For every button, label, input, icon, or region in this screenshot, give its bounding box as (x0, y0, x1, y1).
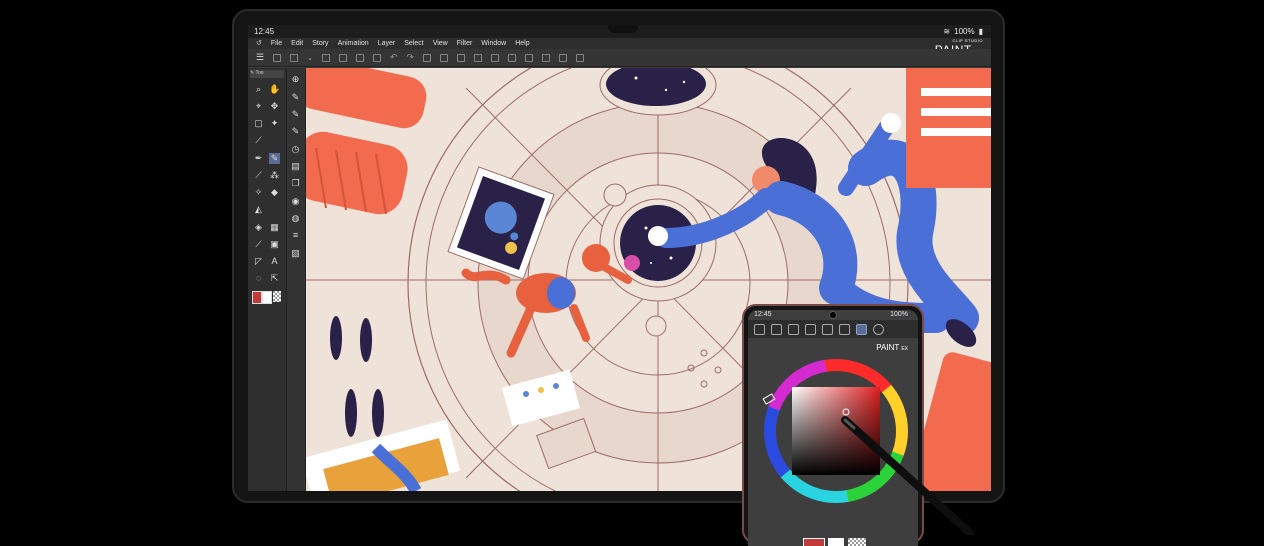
battery-icon: ▮ (978, 27, 983, 36)
sub-pencil-3-icon[interactable]: ✎ (290, 126, 301, 137)
transparent-color-swatch[interactable] (273, 291, 281, 302)
correct-line-icon[interactable]: ⇱ (269, 273, 280, 284)
airbrush-icon[interactable]: ⁂ (269, 170, 280, 181)
phone-main-color[interactable] (803, 538, 825, 546)
sub-clock-icon[interactable]: ◷ (290, 144, 301, 155)
pen-icon[interactable]: ✒ (253, 153, 264, 164)
companion-tools-icon[interactable] (771, 323, 782, 335)
sub-zoom-icon[interactable]: ⊕ (290, 74, 301, 85)
phone-battery-text: 100% (890, 311, 908, 318)
menu-window[interactable]: Window (481, 38, 506, 49)
phone-logo-suffix: EX (901, 346, 908, 352)
bucket-icon[interactable]: ◈ (253, 222, 264, 233)
crop-icon[interactable] (491, 53, 500, 62)
save-icon[interactable] (355, 53, 364, 62)
sub-copy-icon[interactable]: ❐ (290, 178, 301, 189)
companion-help-icon[interactable] (873, 323, 884, 335)
wifi-icon: ≋ (943, 27, 951, 36)
phone-status-time: 12:45 (754, 311, 772, 318)
grid-icon[interactable] (542, 53, 551, 62)
tool-palette: ✎ Too ⌕ ✋ ⌖ ✥ ▢ ✦ ⟋ ✒ ✎ ⟋ ⁂ ✧ ◆ ◭ ◈ ▦ ⟋ … (248, 68, 287, 491)
layer-icon[interactable] (290, 53, 299, 62)
zoom-icon[interactable]: ⌕ (253, 84, 264, 95)
menu-view[interactable]: View (433, 38, 448, 49)
sub-layers-icon[interactable]: ▤ (290, 161, 301, 172)
eraser-icon[interactable]: ◆ (269, 187, 280, 198)
menu-bar: ↺ File Edit Story Animation Layer Select… (248, 38, 991, 49)
text-icon[interactable]: A (269, 256, 280, 267)
sub-image-icon[interactable]: ▧ (290, 248, 301, 259)
menu-help[interactable]: Help (515, 38, 529, 49)
menu-story[interactable]: Story (312, 38, 328, 49)
redo-icon[interactable]: ↷ (407, 52, 415, 63)
phone-logo-brand: PAINT (876, 343, 900, 352)
deselect-icon[interactable] (457, 53, 466, 62)
ruler-icon[interactable]: ◸ (253, 256, 264, 267)
export-icon[interactable] (372, 53, 381, 62)
menu-select[interactable]: Select (404, 38, 423, 49)
chart-icon[interactable] (508, 53, 517, 62)
gradient-icon[interactable]: ▦ (269, 222, 280, 233)
companion-link-icon[interactable] (754, 323, 765, 335)
app-menu-icon[interactable]: ↺ (256, 38, 262, 49)
menu-filter[interactable]: Filter (457, 38, 473, 49)
open-folder-icon[interactable] (338, 53, 347, 62)
eyedropper-icon[interactable]: ⟋ (253, 135, 264, 146)
sub-pencil-1-icon[interactable]: ✎ (290, 92, 301, 103)
companion-layers-icon[interactable] (788, 323, 799, 335)
companion-device-icon[interactable] (856, 323, 867, 335)
phone-camera (829, 311, 837, 319)
transform-icon[interactable] (440, 53, 449, 62)
camera-notch (608, 25, 638, 33)
status-time: 12:45 (254, 27, 275, 36)
move-icon[interactable]: ✥ (269, 101, 280, 112)
select-rect-icon[interactable]: ▢ (253, 118, 264, 129)
snap-icon[interactable] (525, 53, 534, 62)
phone-transparent-color[interactable] (848, 538, 866, 546)
hamburger-icon[interactable]: ☰ (256, 52, 264, 63)
clear-icon[interactable] (423, 53, 432, 62)
brush-icon[interactable]: ⟋ (253, 170, 264, 181)
new-canvas-icon[interactable] (273, 53, 282, 62)
invert-selection-icon[interactable] (474, 53, 483, 62)
companion-grid-icon[interactable] (839, 323, 850, 335)
companion-toolbar (748, 320, 918, 338)
chevron-down-icon[interactable]: ⌄ (307, 54, 313, 62)
sub-stack-icon[interactable]: ≡ (290, 230, 301, 241)
tool-tab-label[interactable]: Too (256, 70, 264, 76)
blend-icon[interactable]: ✧ (253, 187, 264, 198)
menu-edit[interactable]: Edit (291, 38, 303, 49)
command-bar: ☰ ⌄ ↶ ↷ (248, 49, 991, 67)
balloon-icon[interactable]: ◌ (253, 273, 264, 284)
battery-text: 100% (954, 27, 975, 36)
phone-sub-color[interactable] (828, 538, 844, 546)
sub-palette-icon[interactable]: ◉ (290, 196, 301, 207)
zoom-fit-icon[interactable]: ⌖ (253, 101, 264, 112)
connect-icon[interactable] (576, 53, 585, 62)
menu-file[interactable]: File (271, 38, 282, 49)
frame-icon[interactable]: ▣ (269, 239, 280, 250)
tool-tab-pen[interactable]: ✎ (250, 70, 254, 76)
magic-wand-icon[interactable]: ✦ (269, 118, 280, 129)
sub-tool-palette: ⊕ ✎ ✎ ✎ ◷ ▤ ❐ ◉ ◍ ≡ ▧ (287, 68, 306, 491)
sub-color-swatch[interactable] (262, 291, 272, 304)
menu-animation[interactable]: Animation (338, 38, 369, 49)
sub-pencil-2-icon[interactable]: ✎ (290, 109, 301, 120)
display-icon[interactable] (321, 53, 330, 62)
tool-tab[interactable]: ✎ Too (250, 70, 284, 78)
sub-bucket-icon[interactable]: ◍ (290, 213, 301, 224)
main-color-swatch[interactable] (252, 291, 262, 304)
phone-app-logo: PAINT EX (876, 343, 908, 352)
undo-icon[interactable]: ↶ (390, 52, 398, 63)
companion-settings-icon[interactable] (822, 323, 833, 335)
hand-icon[interactable]: ✋ (269, 84, 280, 95)
stylus-pen (841, 416, 974, 535)
fill-icon[interactable]: ◭ (253, 204, 264, 215)
pencil-icon[interactable]: ✎ (269, 153, 280, 164)
menu-layer[interactable]: Layer (378, 38, 396, 49)
smartphone-icon[interactable] (559, 53, 568, 62)
figure-icon[interactable]: ⟋ (253, 239, 264, 250)
companion-swap-icon[interactable] (805, 323, 816, 335)
